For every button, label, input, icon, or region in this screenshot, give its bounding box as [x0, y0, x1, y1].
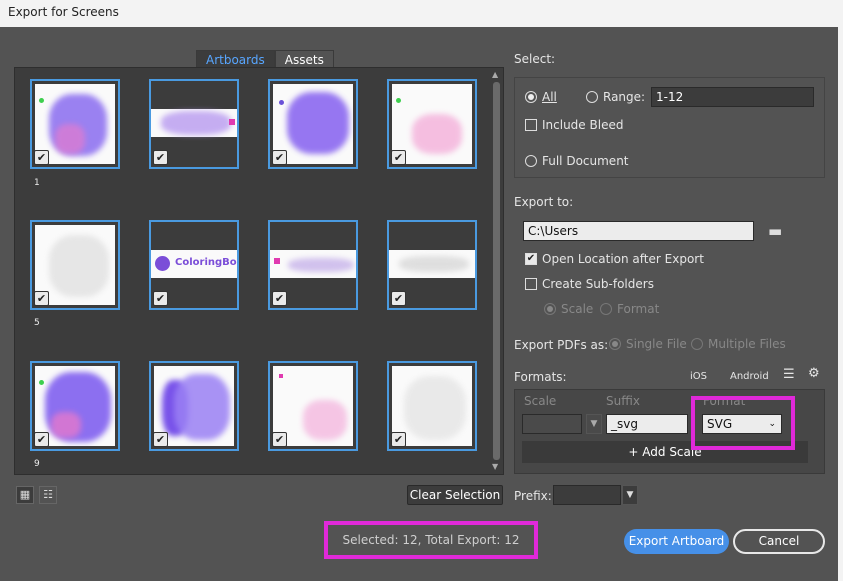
artboard-thumb-6[interactable]: ColoringBook ✔	[149, 220, 239, 310]
artboard-thumb-5[interactable]: ✔	[30, 220, 120, 310]
artboard-preview	[389, 250, 475, 278]
view-tabs: Artboards Assets	[196, 50, 334, 68]
create-subfolders-label: Create Sub-folders	[542, 277, 654, 291]
artboard-thumb-11[interactable]: ✔	[268, 361, 358, 451]
prefix-dropdown-icon[interactable]: ▼	[622, 485, 638, 505]
scroll-thumb[interactable]	[493, 82, 500, 460]
artboard-thumb-8[interactable]: ✔	[387, 220, 477, 310]
list-icon[interactable]: ☰	[783, 367, 795, 382]
artboard-checkbox[interactable]: ✔	[153, 150, 168, 165]
full-document-label: Full Document	[542, 154, 629, 168]
artboard-thumb-3[interactable]: ✔	[268, 79, 358, 169]
select-heading: Select:	[514, 52, 556, 66]
artboard-thumb-1[interactable]: ✔	[30, 79, 120, 169]
artboard-thumb-9[interactable]: ✔	[30, 361, 120, 451]
window-edge	[838, 27, 843, 581]
multiple-files-label: Multiple Files	[708, 337, 786, 351]
open-location-checkbox[interactable]: ✔	[525, 253, 537, 265]
artboard-checkbox[interactable]: ✔	[34, 432, 49, 447]
tab-artboards[interactable]: Artboards	[196, 50, 275, 68]
artboard-checkbox[interactable]: ✔	[34, 150, 49, 165]
range-label: Range:	[603, 90, 646, 104]
export-to-heading: Export to:	[514, 195, 574, 209]
artboard-checkbox[interactable]: ✔	[272, 432, 287, 447]
artboard-preview: ColoringBook	[151, 250, 237, 278]
radio-single-file[interactable]	[609, 338, 621, 350]
artboard-checkbox[interactable]: ✔	[391, 432, 406, 447]
artboard-thumb-2[interactable]: ✔	[149, 79, 239, 169]
window-titlebar: Export for Screens	[0, 0, 843, 27]
radio-subfolder-scale[interactable]	[544, 303, 556, 315]
scroll-down-icon[interactable]: ▼	[492, 462, 498, 471]
create-subfolders-checkbox[interactable]	[525, 278, 537, 290]
prefix-input[interactable]	[553, 485, 621, 505]
gear-icon[interactable]: ⚙	[808, 366, 820, 381]
radio-multiple-files[interactable]	[691, 338, 703, 350]
subfolder-format-label: Format	[617, 302, 660, 316]
cancel-button[interactable]: Cancel	[733, 529, 825, 554]
export-artboard-button[interactable]: Export Artboard	[624, 529, 729, 554]
artboard-checkbox[interactable]: ✔	[272, 150, 287, 165]
ios-preset-button[interactable]: iOS	[690, 371, 707, 382]
artboard-checkbox[interactable]: ✔	[272, 291, 287, 306]
artboard-checkbox[interactable]: ✔	[153, 291, 168, 306]
col-suffix-header: Suffix	[606, 394, 640, 408]
android-preset-button[interactable]: Android	[730, 371, 769, 382]
radio-subfolder-format[interactable]	[600, 303, 612, 315]
export-path-input[interactable]: C:\Users	[523, 221, 754, 241]
artboard-thumb-12[interactable]: ✔	[387, 361, 477, 451]
radio-all[interactable]	[525, 91, 537, 103]
radio-range[interactable]	[586, 91, 598, 103]
all-label: All	[542, 90, 557, 104]
clear-selection-button[interactable]: Clear Selection	[407, 485, 503, 505]
scale-input[interactable]	[522, 414, 582, 434]
artboard-thumb-10[interactable]: ✔	[149, 361, 239, 451]
scale-dropdown-icon[interactable]: ▼	[586, 414, 602, 434]
single-file-label: Single File	[626, 337, 687, 351]
artboard-number: 1	[34, 178, 40, 188]
col-scale-header: Scale	[524, 394, 557, 408]
artboard-checkbox[interactable]: ✔	[34, 291, 49, 306]
prefix-label: Prefix:	[514, 489, 552, 503]
export-pdfs-heading: Export PDFs as:	[514, 338, 609, 352]
folder-icon[interactable]: ▬	[768, 222, 782, 240]
coloringbook-logo-icon	[155, 256, 170, 271]
grid-scrollbar[interactable]: ▲ ▼	[490, 68, 503, 474]
format-highlight	[691, 396, 795, 450]
list-view-icon[interactable]: ☷	[39, 486, 57, 504]
selection-status: Selected: 12, Total Export: 12	[324, 521, 538, 559]
scroll-up-icon[interactable]: ▲	[492, 70, 498, 79]
tab-assets[interactable]: Assets	[274, 50, 334, 68]
artboard-checkbox[interactable]: ✔	[153, 432, 168, 447]
include-bleed-checkbox[interactable]	[525, 119, 537, 131]
artboard-preview	[270, 250, 356, 278]
range-input[interactable]: 1-12	[651, 87, 814, 107]
artboard-checkbox[interactable]: ✔	[391, 291, 406, 306]
artboard-thumb-4[interactable]: ✔	[387, 79, 477, 169]
plus-icon: +	[628, 445, 639, 459]
grid-view-icon[interactable]: ▦	[16, 486, 34, 504]
radio-full-document[interactable]	[525, 155, 537, 167]
window-title: Export for Screens	[8, 5, 119, 19]
open-location-label: Open Location after Export	[542, 252, 704, 266]
formats-heading: Formats:	[514, 370, 567, 384]
subfolder-scale-label: Scale	[561, 302, 594, 316]
artboard-checkbox[interactable]: ✔	[391, 150, 406, 165]
artboard-brand-text: ColoringBook	[175, 257, 237, 268]
include-bleed-label: Include Bleed	[542, 118, 624, 132]
artboard-number: 5	[34, 318, 40, 328]
artboard-thumb-7[interactable]: ✔	[268, 220, 358, 310]
suffix-input[interactable]: _svg	[606, 414, 688, 434]
artboard-number: 9	[34, 459, 40, 469]
artboard-preview	[151, 109, 237, 137]
